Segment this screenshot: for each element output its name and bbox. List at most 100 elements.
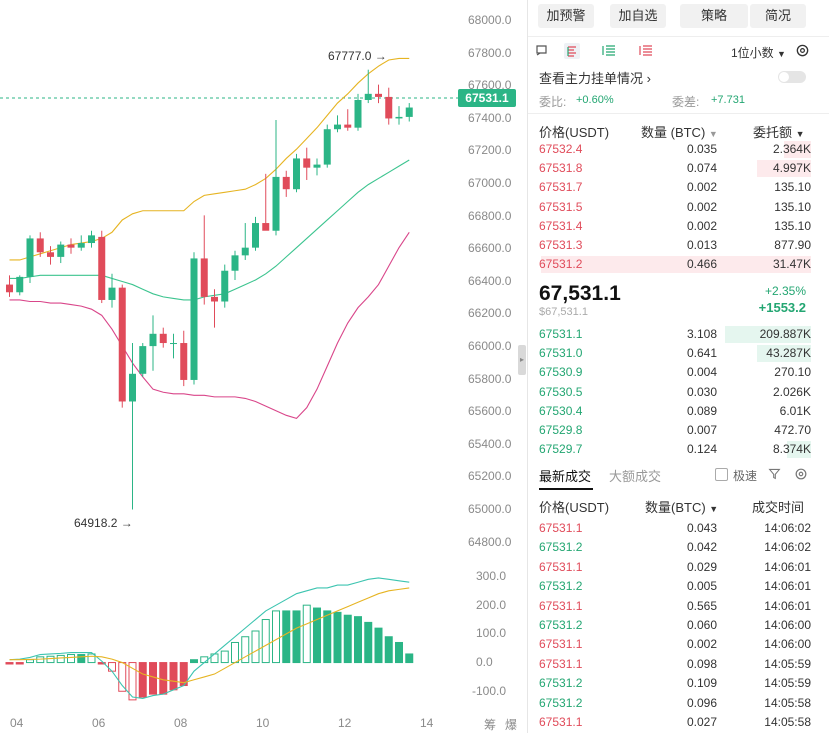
trade-price: 67531.1 [539, 521, 583, 535]
trade-time: 14:05:58 [764, 695, 811, 710]
ask-row[interactable]: 67531.5 0.002 135.10 [539, 198, 811, 217]
candle-body [26, 238, 34, 277]
ask-row[interactable]: 67531.8 0.074 4.997K [539, 159, 811, 178]
macd-histogram-bar [384, 636, 393, 664]
macd-histogram-bar [374, 627, 383, 664]
kline-chart-area[interactable]: 68000.0 67800.0 67600.0 67400.0 67200.0 67000… [0, 0, 520, 733]
bid-qty: 0.004 [686, 365, 717, 380]
trade-row[interactable]: 67531.1 0.565 14:06:01 [539, 597, 811, 616]
candle-body [6, 284, 13, 293]
trades-header-qty-label: 数量(BTC) [645, 500, 706, 515]
tab-latest-trades[interactable]: 最新成交 [539, 466, 591, 485]
bid-qty: 0.641 [686, 346, 717, 361]
trade-row[interactable]: 67531.2 0.060 14:06:00 [539, 616, 811, 635]
bid-row[interactable]: 67530.5 0.030 2.026K [539, 383, 811, 402]
trade-row[interactable]: 67531.1 0.098 14:05:59 [539, 655, 811, 674]
trade-price: 67531.2 [539, 618, 583, 632]
ask-row[interactable]: 67532.4 0.035 2.364K [539, 140, 811, 159]
macd-histogram-bar [231, 641, 239, 664]
trade-qty: 0.043 [686, 521, 717, 535]
divider [528, 113, 829, 114]
fast-mode-checkbox[interactable] [715, 468, 728, 481]
candle-body [334, 124, 341, 130]
active-tab-indicator [539, 488, 593, 490]
book-view-asks-icon[interactable] [638, 43, 654, 59]
add-watchlist-button[interactable]: 加自选 [610, 4, 666, 28]
price-tick-label: 65000.0 [468, 502, 512, 516]
main-orders-toggle[interactable] [778, 71, 806, 83]
ask-row[interactable]: 67531.2 0.466 31.47K [539, 255, 811, 274]
bid-row[interactable]: 67531.1 3.108 209.887K [539, 325, 811, 344]
precision-select[interactable]: 1位小数 ▼ [731, 44, 786, 61]
candle-body [241, 247, 249, 256]
bid-row[interactable]: 67530.9 0.004 270.10 [539, 363, 811, 382]
caret-down-icon: ▼ [708, 129, 718, 139]
ask-total: 2.364K [772, 142, 811, 156]
candle-body [385, 96, 393, 119]
bid-row[interactable]: 67531.0 0.641 43.287K [539, 344, 811, 363]
trades-header-time: 成交时间 [752, 500, 805, 515]
trade-qty: 0.565 [686, 598, 717, 613]
settings-gear-icon[interactable] [795, 43, 810, 58]
trade-row[interactable]: 67531.2 0.096 14:05:58 [539, 694, 811, 713]
trade-time: 14:06:02 [764, 521, 811, 535]
book-view-bids-icon[interactable] [601, 43, 617, 59]
trade-price: 67531.2 [539, 695, 583, 710]
boll-mid-line [9, 159, 410, 301]
trade-row[interactable]: 67531.1 0.043 14:06:02 [539, 519, 811, 538]
macd-histogram-bar [333, 611, 342, 664]
last-price: 67,531.1 [539, 282, 621, 305]
trade-qty: 0.042 [686, 540, 717, 555]
price-tick-label: 67200.0 [468, 143, 512, 158]
candle-body [129, 373, 136, 402]
price-tick-label: 65600.0 [468, 404, 512, 419]
price-tick-label: 65400.0 [468, 436, 512, 451]
ask-row[interactable]: 67531.4 0.002 135.10 [539, 217, 811, 236]
strategy-button[interactable]: 策略 [680, 4, 748, 28]
bid-row[interactable]: 67529.8 0.007 472.70 [539, 421, 811, 440]
candlestick-chart[interactable] [0, 0, 520, 733]
price-tick-label: 66600.0 [468, 241, 512, 256]
bid-row[interactable]: 67530.4 0.089 6.01K [539, 402, 811, 421]
boll-upper-line [9, 57, 410, 261]
macd-histogram-bar [77, 654, 86, 664]
filter-icon[interactable] [768, 467, 781, 480]
book-header-qty[interactable]: 数量 (BTC) ▼ [641, 122, 718, 141]
macd-histogram-bar [138, 662, 147, 698]
candle-body [170, 343, 177, 345]
trade-row[interactable]: 67531.2 0.042 14:06:02 [539, 538, 811, 557]
trade-row[interactable]: 67531.2 0.109 14:05:59 [539, 674, 811, 693]
add-alert-button[interactable]: 加预警 [538, 4, 594, 28]
trade-row[interactable]: 67531.1 0.027 14:05:58 [539, 713, 811, 732]
candle-body [57, 244, 65, 257]
bid-row[interactable]: 67529.7 0.124 8.374K [539, 440, 811, 459]
book-view-default-icon[interactable] [534, 43, 550, 59]
book-view-both-icon[interactable] [564, 43, 580, 59]
book-header-total[interactable]: 委托额 ▼ [753, 122, 805, 141]
time-tick-label: 14 [420, 716, 434, 730]
bid-total: 270.10 [774, 365, 811, 380]
trades-header-qty[interactable]: 数量(BTC) ▼ [645, 497, 718, 516]
high-price-annotation: 67777.0 → [328, 49, 387, 63]
liquidation-label[interactable]: 爆 [505, 716, 517, 733]
chip-label[interactable]: 筹 [484, 716, 496, 733]
main-orders-link[interactable]: 查看主力挂单情况 › [539, 68, 651, 87]
macd-histogram-bar [292, 610, 301, 664]
time-tick-label: 08 [174, 716, 188, 730]
candle-body [118, 287, 126, 402]
candle-body [354, 99, 362, 128]
trade-row[interactable]: 67531.1 0.002 14:06:00 [539, 635, 811, 654]
macd-histogram-bar [169, 662, 178, 691]
macd-histogram-bar [405, 653, 414, 664]
ask-row[interactable]: 67531.3 0.013 877.90 [539, 236, 811, 255]
candle-body [364, 93, 372, 100]
tab-large-trades[interactable]: 大额成交 [609, 466, 661, 485]
fast-mode-label: 极速 [733, 469, 758, 483]
panel-collapse-handle[interactable]: ▸ [518, 345, 526, 375]
settings-gear-icon[interactable] [794, 467, 808, 481]
trade-row[interactable]: 67531.1 0.029 14:06:01 [539, 558, 811, 577]
macd-histogram-bar [149, 662, 157, 695]
trade-row[interactable]: 67531.2 0.005 14:06:01 [539, 577, 811, 596]
overview-button[interactable]: 简况 [750, 4, 806, 28]
ask-row[interactable]: 67531.7 0.002 135.10 [539, 178, 811, 197]
